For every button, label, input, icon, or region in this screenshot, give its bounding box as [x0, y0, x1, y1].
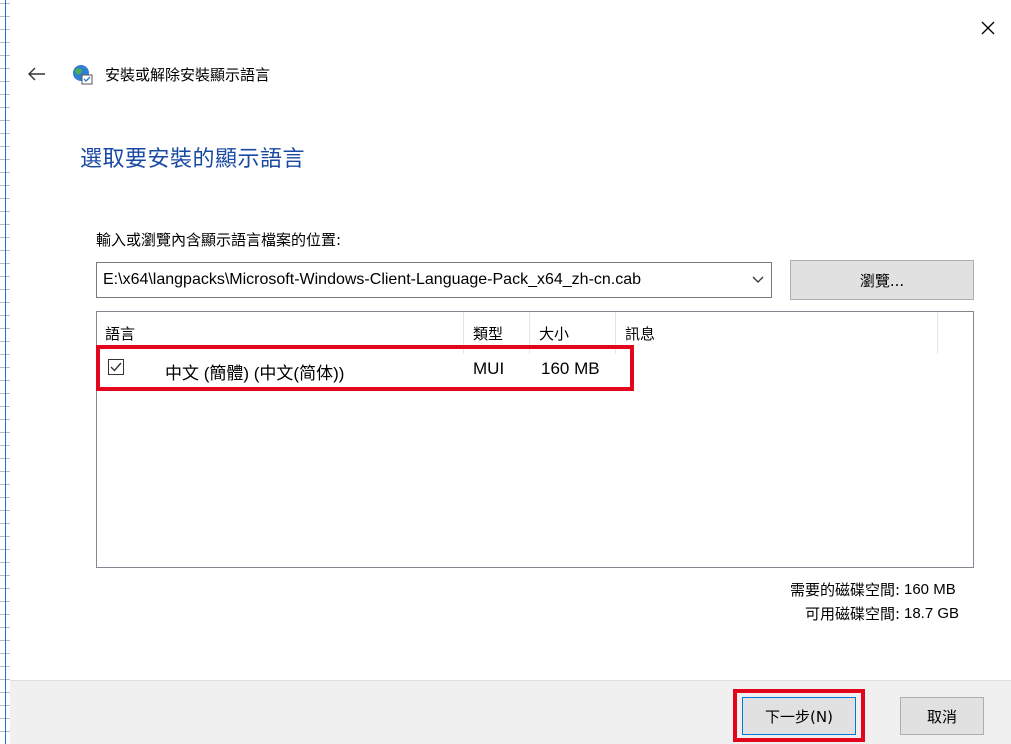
disk-space-values: 160 MB 18.7 GB	[904, 578, 984, 626]
required-space-value: 160 MB	[904, 581, 956, 598]
path-combobox[interactable]: E:\x64\langpacks\Microsoft-Windows-Clien…	[96, 262, 772, 298]
back-button[interactable]	[20, 58, 54, 90]
language-globe-icon	[73, 65, 93, 85]
highlight-language-row	[96, 345, 634, 391]
window-left-edge	[0, 0, 10, 744]
page-heading: 選取要安裝的顯示語言	[80, 147, 306, 172]
required-space-label: 需要的磁碟空間:	[789, 581, 900, 599]
window-title: 安裝或解除安裝顯示語言	[105, 66, 271, 84]
disk-space-labels: 需要的磁碟空間: 可用磁碟空間:	[700, 578, 900, 626]
available-space-value: 18.7 GB	[904, 605, 960, 622]
location-label: 輸入或瀏覽內含顯示語言檔案的位置:	[96, 231, 342, 249]
highlight-next-button	[733, 689, 865, 742]
available-space-label: 可用磁碟空間:	[804, 605, 900, 623]
column-header-size[interactable]: 大小	[539, 323, 569, 344]
chevron-down-icon	[752, 276, 764, 283]
column-header-type[interactable]: 類型	[473, 323, 503, 344]
column-separator	[937, 312, 938, 354]
column-header-message[interactable]: 訊息	[625, 323, 655, 344]
column-header-language[interactable]: 語言	[105, 323, 135, 344]
close-button[interactable]	[968, 10, 1008, 46]
close-icon	[981, 21, 995, 35]
back-arrow-icon	[28, 67, 45, 81]
path-dropdown-button[interactable]	[745, 263, 771, 297]
browse-button[interactable]: 瀏覽...	[790, 260, 974, 300]
cancel-button[interactable]: 取消	[900, 697, 984, 735]
path-input[interactable]: E:\x64\langpacks\Microsoft-Windows-Clien…	[97, 271, 745, 289]
